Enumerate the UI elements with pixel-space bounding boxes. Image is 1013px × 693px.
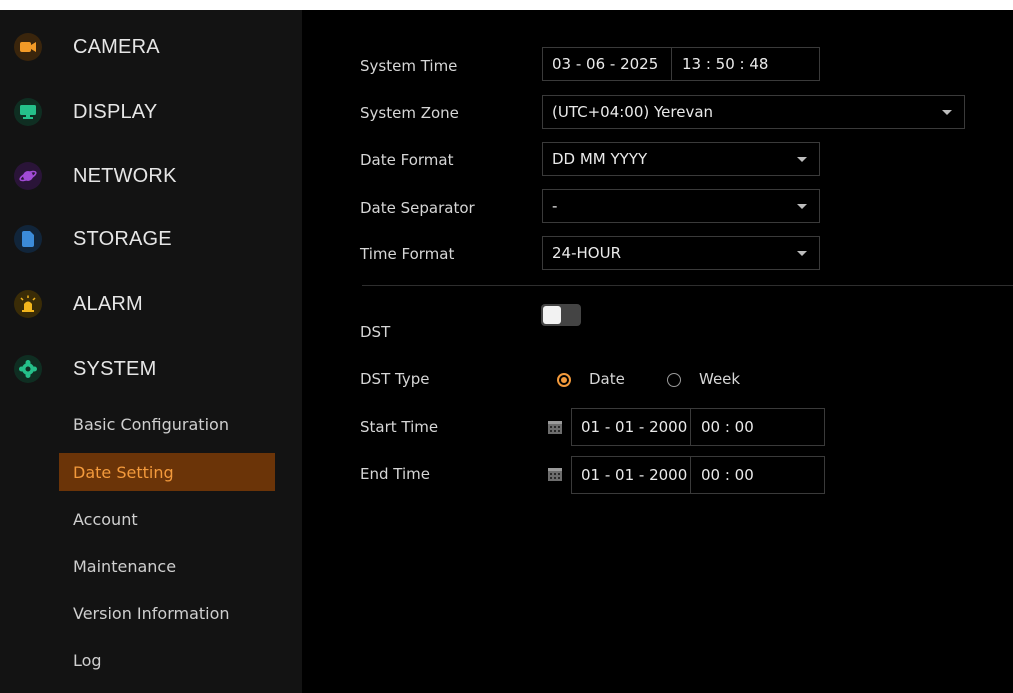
start-time-field[interactable]: 01 - 01 - 2000 00 : 00 bbox=[571, 408, 825, 446]
submenu-log[interactable]: Log bbox=[59, 641, 275, 679]
date-separator-value: - bbox=[552, 197, 558, 215]
dst-type-date-label[interactable]: Date bbox=[589, 370, 625, 388]
field-divider bbox=[690, 409, 691, 445]
end-time-field[interactable]: 01 - 01 - 2000 00 : 00 bbox=[571, 456, 825, 494]
date-separator-label: Date Separator bbox=[360, 199, 475, 217]
camera-icon bbox=[14, 33, 42, 61]
calendar-icon[interactable] bbox=[548, 467, 562, 481]
dst-type-date-radio[interactable] bbox=[557, 373, 571, 387]
time-format-select[interactable]: 24-HOUR bbox=[542, 236, 820, 270]
dst-toggle[interactable] bbox=[541, 304, 581, 326]
system-time-clock[interactable]: 13 : 50 : 48 bbox=[682, 48, 768, 80]
chevron-down-icon bbox=[797, 204, 807, 209]
nav-label: SYSTEM bbox=[73, 357, 157, 380]
time-format-value: 24-HOUR bbox=[552, 244, 621, 262]
nav-label: CAMERA bbox=[73, 35, 160, 58]
nav-label: STORAGE bbox=[73, 227, 172, 250]
submenu-basic-configuration[interactable]: Basic Configuration bbox=[59, 405, 275, 443]
submenu-label: Log bbox=[73, 650, 102, 670]
nav-item-camera[interactable]: CAMERA bbox=[0, 23, 302, 71]
monitor-icon bbox=[14, 98, 42, 126]
start-time-label: Start Time bbox=[360, 418, 439, 436]
nav-item-network[interactable]: NETWORK bbox=[0, 152, 302, 200]
dst-type-week-radio[interactable] bbox=[667, 373, 681, 387]
system-time-field[interactable]: 03 - 06 - 2025 13 : 50 : 48 bbox=[542, 47, 820, 81]
field-divider bbox=[671, 48, 672, 80]
end-time-clock[interactable]: 00 : 00 bbox=[701, 457, 754, 493]
time-format-label: Time Format bbox=[360, 245, 455, 263]
submenu-version-information[interactable]: Version Information bbox=[59, 594, 275, 632]
system-time-date[interactable]: 03 - 06 - 2025 bbox=[552, 48, 658, 80]
gear-icon bbox=[14, 355, 42, 383]
date-format-select[interactable]: DD MM YYYY bbox=[542, 142, 820, 176]
end-time-label: End Time bbox=[360, 465, 430, 483]
submenu-date-setting[interactable]: Date Setting bbox=[59, 453, 275, 491]
start-time-clock[interactable]: 00 : 00 bbox=[701, 409, 754, 445]
nav-item-display[interactable]: DISPLAY bbox=[0, 88, 302, 136]
calendar-icon[interactable] bbox=[548, 420, 562, 434]
chevron-down-icon bbox=[797, 157, 807, 162]
nav-item-storage[interactable]: STORAGE bbox=[0, 215, 302, 263]
nav-label: DISPLAY bbox=[73, 100, 158, 123]
nav-label: ALARM bbox=[73, 292, 143, 315]
submenu-maintenance[interactable]: Maintenance bbox=[59, 547, 275, 585]
section-divider bbox=[362, 285, 1013, 286]
submenu-label: Maintenance bbox=[73, 556, 177, 576]
alarm-light-icon bbox=[14, 290, 42, 318]
dst-type-week-label[interactable]: Week bbox=[699, 370, 740, 388]
date-separator-select[interactable]: - bbox=[542, 189, 820, 223]
end-time-date[interactable]: 01 - 01 - 2000 bbox=[581, 457, 687, 493]
submenu-label: Account bbox=[73, 509, 138, 529]
submenu-account[interactable]: Account bbox=[59, 500, 275, 538]
dst-type-label: DST Type bbox=[360, 370, 430, 388]
system-zone-label: System Zone bbox=[360, 104, 459, 122]
chevron-down-icon bbox=[797, 251, 807, 256]
planet-icon bbox=[14, 162, 42, 190]
system-zone-select[interactable]: (UTC+04:00) Yerevan bbox=[542, 95, 965, 129]
toggle-knob bbox=[543, 306, 561, 324]
nav-item-system[interactable]: SYSTEM bbox=[0, 345, 302, 393]
nav-label: NETWORK bbox=[73, 164, 177, 187]
submenu-label: Date Setting bbox=[73, 462, 174, 482]
field-divider bbox=[690, 457, 691, 493]
system-zone-value: (UTC+04:00) Yerevan bbox=[552, 103, 714, 121]
storage-icon bbox=[14, 225, 42, 253]
start-time-date[interactable]: 01 - 01 - 2000 bbox=[581, 409, 687, 445]
chevron-down-icon bbox=[942, 110, 952, 115]
system-time-label: System Time bbox=[360, 57, 458, 75]
submenu-label: Basic Configuration bbox=[73, 414, 229, 434]
date-format-value: DD MM YYYY bbox=[552, 150, 648, 168]
submenu-label: Version Information bbox=[73, 603, 230, 623]
date-format-label: Date Format bbox=[360, 151, 454, 169]
dst-label: DST bbox=[360, 323, 391, 341]
nav-item-alarm[interactable]: ALARM bbox=[0, 280, 302, 328]
